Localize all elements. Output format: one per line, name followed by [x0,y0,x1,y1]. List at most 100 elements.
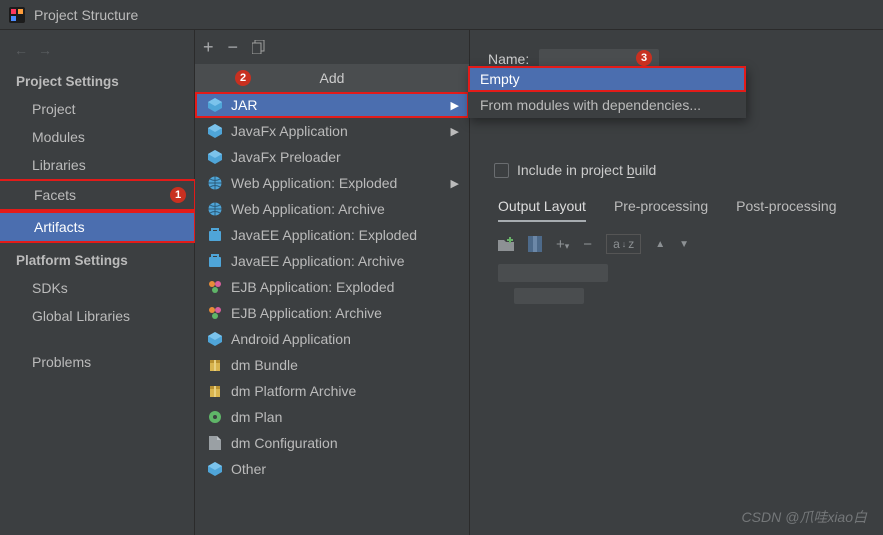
menu-item-javafx-application[interactable]: JavaFx Application▶ [195,118,469,144]
app-icon [8,6,26,24]
module-icon [207,332,223,346]
menu-item-javaee-application-archive[interactable]: JavaEE Application: Archive [195,248,469,274]
menu-item-label: JavaFx Application [231,123,348,139]
callout-1: 1 [170,187,186,203]
menu-item-label: Android Application [231,331,351,347]
add-icon[interactable]: + [203,37,214,58]
sidebar-item-problems[interactable]: Problems [0,348,194,376]
watermark: CSDN @爪哇xiao白 [742,507,867,527]
menu-item-web-application-archive[interactable]: Web Application: Archive [195,196,469,222]
file-icon [207,436,223,450]
menu-item-jar[interactable]: JAR ▶ [195,92,469,118]
menu-item-other[interactable]: Other [195,456,469,482]
sidebar-item-global-libraries[interactable]: Global Libraries [0,302,194,330]
menu-item-label: dm Bundle [231,357,298,373]
include-in-build-checkbox[interactable] [494,163,509,178]
bundle-icon [207,384,223,398]
remove-icon[interactable]: − [228,37,239,58]
archive-icon[interactable] [528,236,542,252]
include-in-build-label: Include in project build [517,162,656,178]
menu-item-android-application[interactable]: Android Application [195,326,469,352]
menu-item-label: JavaFx Preloader [231,149,341,165]
bundle-icon [207,358,223,372]
tab-post-processing[interactable]: Post-processing [736,198,836,222]
section-header-project: Project Settings [0,64,194,95]
submenu-item-from-modules[interactable]: From modules with dependencies... [468,92,746,118]
menu-item-ejb-application-exploded[interactable]: EJB Application: Exploded [195,274,469,300]
submenu-item-label: From modules with dependencies... [480,97,701,113]
tab-pre-processing[interactable]: Pre-processing [614,198,708,222]
menu-item-dm-configuration[interactable]: dm Configuration [195,430,469,456]
menu-item-label: dm Plan [231,409,282,425]
menu-item-dm-platform-archive[interactable]: dm Platform Archive [195,378,469,404]
sort-icon[interactable]: a↓z [606,234,641,254]
ee-icon [207,254,223,268]
output-layout-toolbar: +▾ − a↓z ▲ ▼ [488,234,865,254]
sidebar-item-artifacts[interactable]: Artifacts [0,211,196,243]
menu-item-label: JAR [231,97,257,113]
menu-item-dm-plan[interactable]: dm Plan [195,404,469,430]
menu-item-javafx-preloader[interactable]: JavaFx Preloader [195,144,469,170]
module-icon [207,124,223,138]
sidebar-item-modules[interactable]: Modules [0,123,194,151]
menu-item-label: EJB Application: Exploded [231,279,394,295]
menu-item-label: Web Application: Archive [231,201,385,217]
module-icon [207,98,223,112]
web-icon [207,176,223,190]
submenu-item-label: Empty [480,71,520,87]
menu-item-web-application-exploded[interactable]: Web Application: Exploded ▶ [195,170,469,196]
tree-node[interactable] [498,264,608,282]
chevron-right-icon: ▶ [451,99,459,112]
sidebar-item-facets[interactable]: Facets 1 [0,179,196,211]
menu-item-label: EJB Application: Archive [231,305,382,321]
name-label: Name: [488,51,529,67]
add-popup-title: 2 Add [195,64,469,92]
module-icon [207,462,223,476]
nav-arrows: ← → [0,36,194,64]
chevron-right-icon: ▶ [451,177,459,190]
web-icon [207,202,223,216]
menu-item-label: JavaEE Application: Exploded [231,227,417,243]
module-icon [207,150,223,164]
sidebar-item-label: Facets [34,187,76,203]
ejb-icon [207,280,223,294]
menu-item-label: dm Platform Archive [231,383,356,399]
mid-toolbar: + − [195,30,469,64]
callout-3: 3 [636,50,652,66]
tree-node[interactable] [514,288,584,304]
section-header-platform: Platform Settings [0,243,194,274]
new-folder-icon[interactable] [498,237,514,251]
callout-2: 2 [235,70,251,86]
plan-icon [207,410,223,424]
add-content-icon[interactable]: +▾ [556,236,569,253]
title-bar: Project Structure [0,0,883,30]
ee-icon [207,228,223,242]
remove-content-icon[interactable]: − [583,236,592,253]
menu-item-label: Web Application: Exploded [231,175,397,191]
include-in-build-row: Include in project build [488,162,865,178]
tabs: Output Layout Pre-processing Post-proces… [488,198,865,222]
menu-item-ejb-application-archive[interactable]: EJB Application: Archive [195,300,469,326]
sidebar-item-project[interactable]: Project [0,95,194,123]
add-popup: 2 Add JAR▶JavaFx Application▶JavaFx Prel… [195,64,469,482]
artifact-list-column: + − 2 Add JAR▶JavaFx Application▶JavaFx … [195,30,470,535]
main-panel: Name: 3 Empty From modules with dependen… [470,30,883,535]
window-title: Project Structure [34,7,138,23]
menu-item-javaee-application-exploded[interactable]: JavaEE Application: Exploded [195,222,469,248]
menu-item-label: dm Configuration [231,435,338,451]
submenu-item-empty[interactable]: Empty [468,66,746,92]
copy-icon[interactable] [252,40,266,54]
add-popup-title-label: Add [320,70,345,86]
collapse-icon[interactable]: ▲ [655,239,665,250]
menu-item-label: JavaEE Application: Archive [231,253,405,269]
menu-item-label: Other [231,461,266,477]
back-icon[interactable]: ← [14,42,28,58]
forward-icon[interactable]: → [38,42,52,58]
menu-item-dm-bundle[interactable]: dm Bundle [195,352,469,378]
sidebar-item-sdks[interactable]: SDKs [0,274,194,302]
expand-icon[interactable]: ▼ [679,239,689,250]
sidebar: ← → Project Settings Project Modules Lib… [0,30,195,535]
sidebar-item-libraries[interactable]: Libraries [0,151,194,179]
output-layout-tree[interactable] [488,264,865,304]
tab-output-layout[interactable]: Output Layout [498,198,586,222]
